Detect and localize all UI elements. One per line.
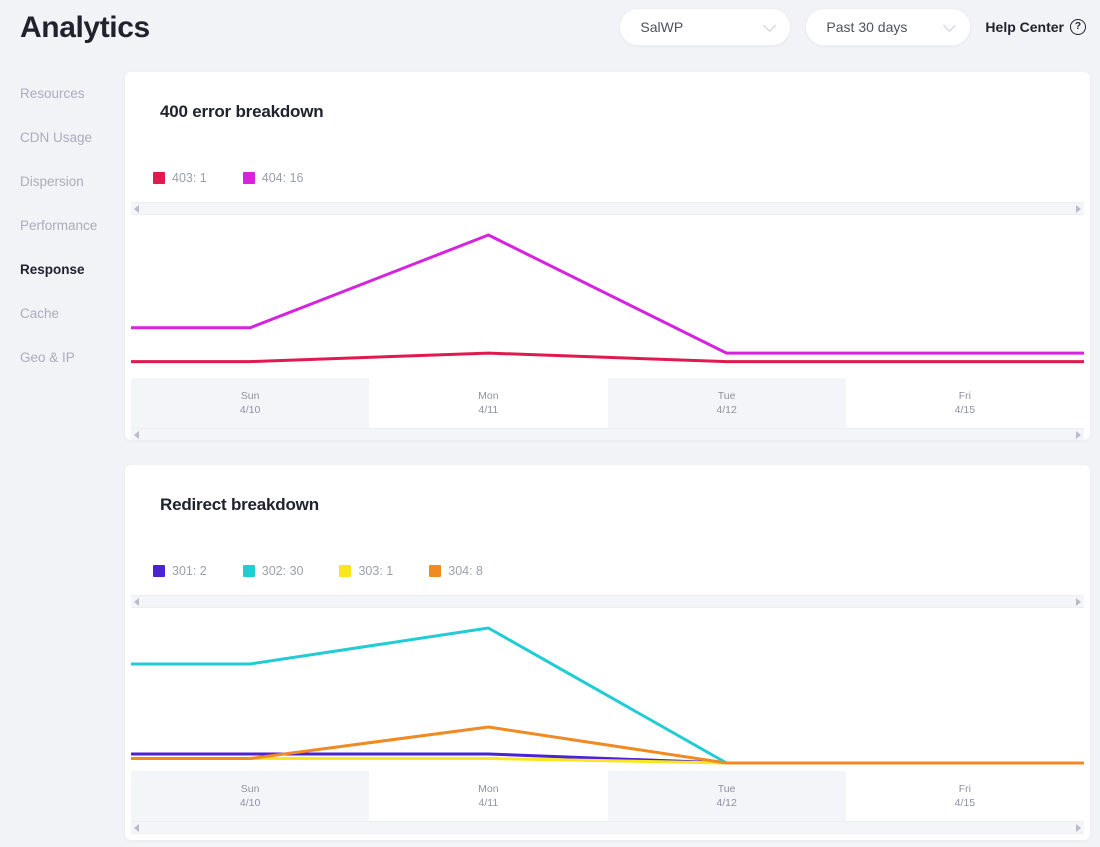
scroll-left-arrow-icon[interactable] <box>134 205 139 213</box>
date-range-value: Past 30 days <box>826 19 907 35</box>
x-axis-tick-day: Sun <box>241 389 260 403</box>
scroll-left-arrow-icon[interactable] <box>134 431 139 439</box>
help-center-label: Help Center <box>985 19 1064 35</box>
x-axis-tick-date: 4/15 <box>955 403 975 417</box>
chart-scrollbar-top[interactable] <box>131 202 1084 215</box>
page-header: Analytics SalWP Past 30 days Help Center… <box>0 0 1100 58</box>
sidebar-item-response[interactable]: Response <box>0 248 125 292</box>
chart-plot-area <box>131 215 1084 378</box>
site-select[interactable]: SalWP <box>619 8 791 46</box>
x-axis-tick-date: 4/11 <box>479 403 499 417</box>
legend-item-404[interactable]: 404: 16 <box>243 171 304 185</box>
site-select-value: SalWP <box>640 19 683 35</box>
legend-label-302: 302: 30 <box>262 564 304 578</box>
header-controls: SalWP Past 30 days Help Center ? <box>619 8 1092 46</box>
x-axis-tick: Mon4/11 <box>369 771 607 821</box>
legend-swatch-403 <box>153 172 165 184</box>
scroll-right-arrow-icon[interactable] <box>1076 431 1081 439</box>
chart-scrollbar-bottom[interactable] <box>131 821 1084 834</box>
sidebar-item-cdn-usage[interactable]: CDN Usage <box>0 116 125 160</box>
x-axis-tick-day: Sun <box>241 782 260 796</box>
chart-plot-area <box>131 608 1084 771</box>
x-axis-tick: Tue4/12 <box>608 771 846 821</box>
x-axis-tick: Sun4/10 <box>131 771 369 821</box>
x-axis-tick-date: 4/15 <box>955 796 975 810</box>
scroll-right-arrow-icon[interactable] <box>1076 598 1081 606</box>
x-axis-tick-day: Fri <box>959 782 971 796</box>
scroll-left-arrow-icon[interactable] <box>134 598 139 606</box>
chevron-down-icon <box>764 19 777 32</box>
chart-x-axis: Sun4/10Mon4/11Tue4/12Fri4/15 <box>131 771 1084 821</box>
legend-swatch-304 <box>429 565 441 577</box>
legend-label-301: 301: 2 <box>172 564 207 578</box>
sidebar-nav: Resources CDN Usage Dispersion Performan… <box>0 72 125 380</box>
chart-legend: 301: 2 302: 30 303: 1 304: 8 <box>153 564 519 578</box>
page-title: Analytics <box>20 11 150 45</box>
x-axis-tick-day: Mon <box>478 782 498 796</box>
x-axis-tick-date: 4/10 <box>240 796 260 810</box>
help-center-link[interactable]: Help Center ? <box>985 19 1092 35</box>
scroll-right-arrow-icon[interactable] <box>1076 824 1081 832</box>
date-range-select[interactable]: Past 30 days <box>805 8 971 46</box>
chart-card-400-error-breakdown: 400 error breakdown 403: 1404: 16 Sun4/1… <box>125 72 1090 440</box>
legend-label-404: 404: 16 <box>262 171 304 185</box>
chart-title: 400 error breakdown <box>160 102 323 122</box>
chart-legend: 403: 1 404: 16 <box>153 171 339 185</box>
series-line-404 <box>131 235 1084 353</box>
chart-x-axis: Sun4/10Mon4/11Tue4/12Fri4/15 <box>131 378 1084 428</box>
x-axis-tick-day: Tue <box>718 389 736 403</box>
x-axis-tick-date: 4/11 <box>479 796 499 810</box>
x-axis-tick-day: Mon <box>478 389 498 403</box>
x-axis-tick: Fri4/15 <box>846 771 1084 821</box>
legend-label-303: 303: 1 <box>358 564 393 578</box>
line-chart-svg <box>131 608 1084 771</box>
legend-item-301[interactable]: 301: 2 <box>153 564 207 578</box>
legend-item-302[interactable]: 302: 30 <box>243 564 304 578</box>
sidebar-item-dispersion[interactable]: Dispersion <box>0 160 125 204</box>
sidebar-item-performance[interactable]: Performance <box>0 204 125 248</box>
chart-card-redirect-breakdown: Redirect breakdown 301: 2302: 30303: 130… <box>125 465 1090 840</box>
chart-scrollbar-top[interactable] <box>131 595 1084 608</box>
sidebar-item-cache[interactable]: Cache <box>0 292 125 336</box>
line-chart-svg <box>131 215 1084 378</box>
x-axis-tick-date: 4/12 <box>716 403 736 417</box>
legend-swatch-302 <box>243 565 255 577</box>
scroll-right-arrow-icon[interactable] <box>1076 205 1081 213</box>
chart-scrollbar-bottom[interactable] <box>131 428 1084 440</box>
x-axis-tick: Sun4/10 <box>131 378 369 428</box>
sidebar-item-resources[interactable]: Resources <box>0 72 125 116</box>
legend-swatch-303 <box>339 565 351 577</box>
legend-swatch-301 <box>153 565 165 577</box>
legend-item-303[interactable]: 303: 1 <box>339 564 393 578</box>
legend-item-304[interactable]: 304: 8 <box>429 564 483 578</box>
scroll-left-arrow-icon[interactable] <box>134 824 139 832</box>
x-axis-tick-day: Tue <box>718 782 736 796</box>
chart-title: Redirect breakdown <box>160 495 319 515</box>
x-axis-tick-day: Fri <box>959 389 971 403</box>
chevron-down-icon <box>944 19 957 32</box>
analytics-page: Analytics SalWP Past 30 days Help Center… <box>0 0 1100 847</box>
x-axis-tick: Mon4/11 <box>369 378 607 428</box>
legend-label-304: 304: 8 <box>448 564 483 578</box>
legend-item-403[interactable]: 403: 1 <box>153 171 207 185</box>
x-axis-tick: Tue4/12 <box>608 378 846 428</box>
x-axis-tick-date: 4/12 <box>716 796 736 810</box>
legend-label-403: 403: 1 <box>172 171 207 185</box>
x-axis-tick-date: 4/10 <box>240 403 260 417</box>
x-axis-tick: Fri4/15 <box>846 378 1084 428</box>
legend-swatch-404 <box>243 172 255 184</box>
sidebar-item-geo-ip[interactable]: Geo & IP <box>0 336 125 380</box>
question-circle-icon: ? <box>1070 19 1086 35</box>
series-line-302 <box>131 628 1084 763</box>
